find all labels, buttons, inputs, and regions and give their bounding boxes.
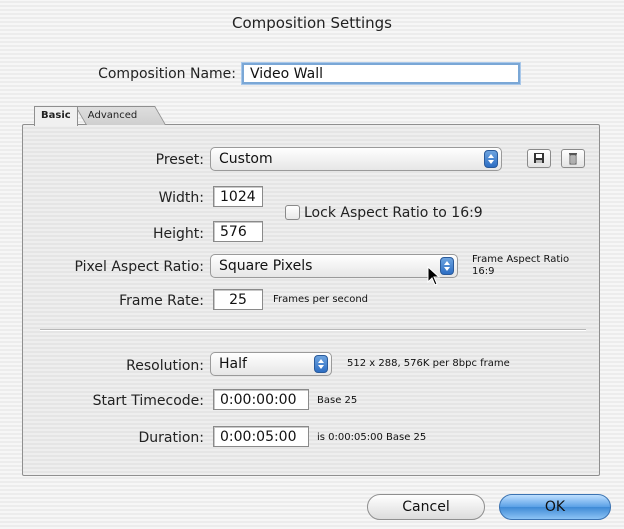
ok-button[interactable]: OK [499,494,611,520]
pixel-aspect-popup[interactable]: Square Pixels [210,254,458,278]
trash-icon [569,153,577,165]
start-timecode-label: Start Timecode: [92,393,204,409]
frame-aspect-ratio-value: 16:9 [472,266,495,277]
cancel-button[interactable]: Cancel [367,494,485,520]
floppy-disk-icon [534,153,544,163]
delete-preset-button[interactable] [561,149,585,168]
resolution-popup[interactable]: Half [210,352,332,376]
tab-basic[interactable]: Basic [34,106,78,126]
width-label: Width: [158,190,204,206]
preset-value: Custom [219,151,273,167]
popup-arrows-icon [314,355,328,373]
start-timecode-base: Base 25 [317,395,358,406]
composition-name-field[interactable]: Video Wall [242,63,520,84]
width-field[interactable]: 1024 [213,186,263,207]
frame-rate-label: Frame Rate: [119,293,204,309]
composition-name-label: Composition Name: [98,66,236,82]
frame-rate-field[interactable]: 25 [213,289,263,310]
duration-label: Duration: [138,430,204,446]
pixel-aspect-value: Square Pixels [219,258,313,274]
resolution-info: 512 x 288, 576K per 8bpc frame [347,358,510,369]
section-divider [40,329,586,331]
height-field[interactable]: 576 [213,221,263,242]
popup-arrows-icon [440,257,454,275]
frame-rate-unit: Frames per second [273,294,368,305]
resolution-label: Resolution: [126,358,204,374]
pixel-aspect-label: Pixel Aspect Ratio: [74,259,205,275]
start-timecode-field[interactable]: 0:00:00:00 [213,389,309,410]
frame-aspect-ratio-label: Frame Aspect Ratio [472,254,570,265]
lock-aspect-checkbox[interactable] [285,205,300,220]
preset-label: Preset: [155,152,204,168]
tab-advanced[interactable]: Advanced [75,106,166,125]
resolution-value: Half [219,356,247,372]
save-preset-button[interactable] [527,149,551,168]
lock-aspect-label[interactable]: Lock Aspect Ratio to 16:9 [304,205,483,221]
popup-arrows-icon [484,150,498,168]
duration-info: is 0:00:05:00 Base 25 [317,432,427,443]
preset-popup[interactable]: Custom [210,147,502,171]
duration-field[interactable]: 0:00:05:00 [213,426,309,447]
height-label: Height: [153,226,204,242]
dialog-title: Composition Settings [232,14,392,32]
